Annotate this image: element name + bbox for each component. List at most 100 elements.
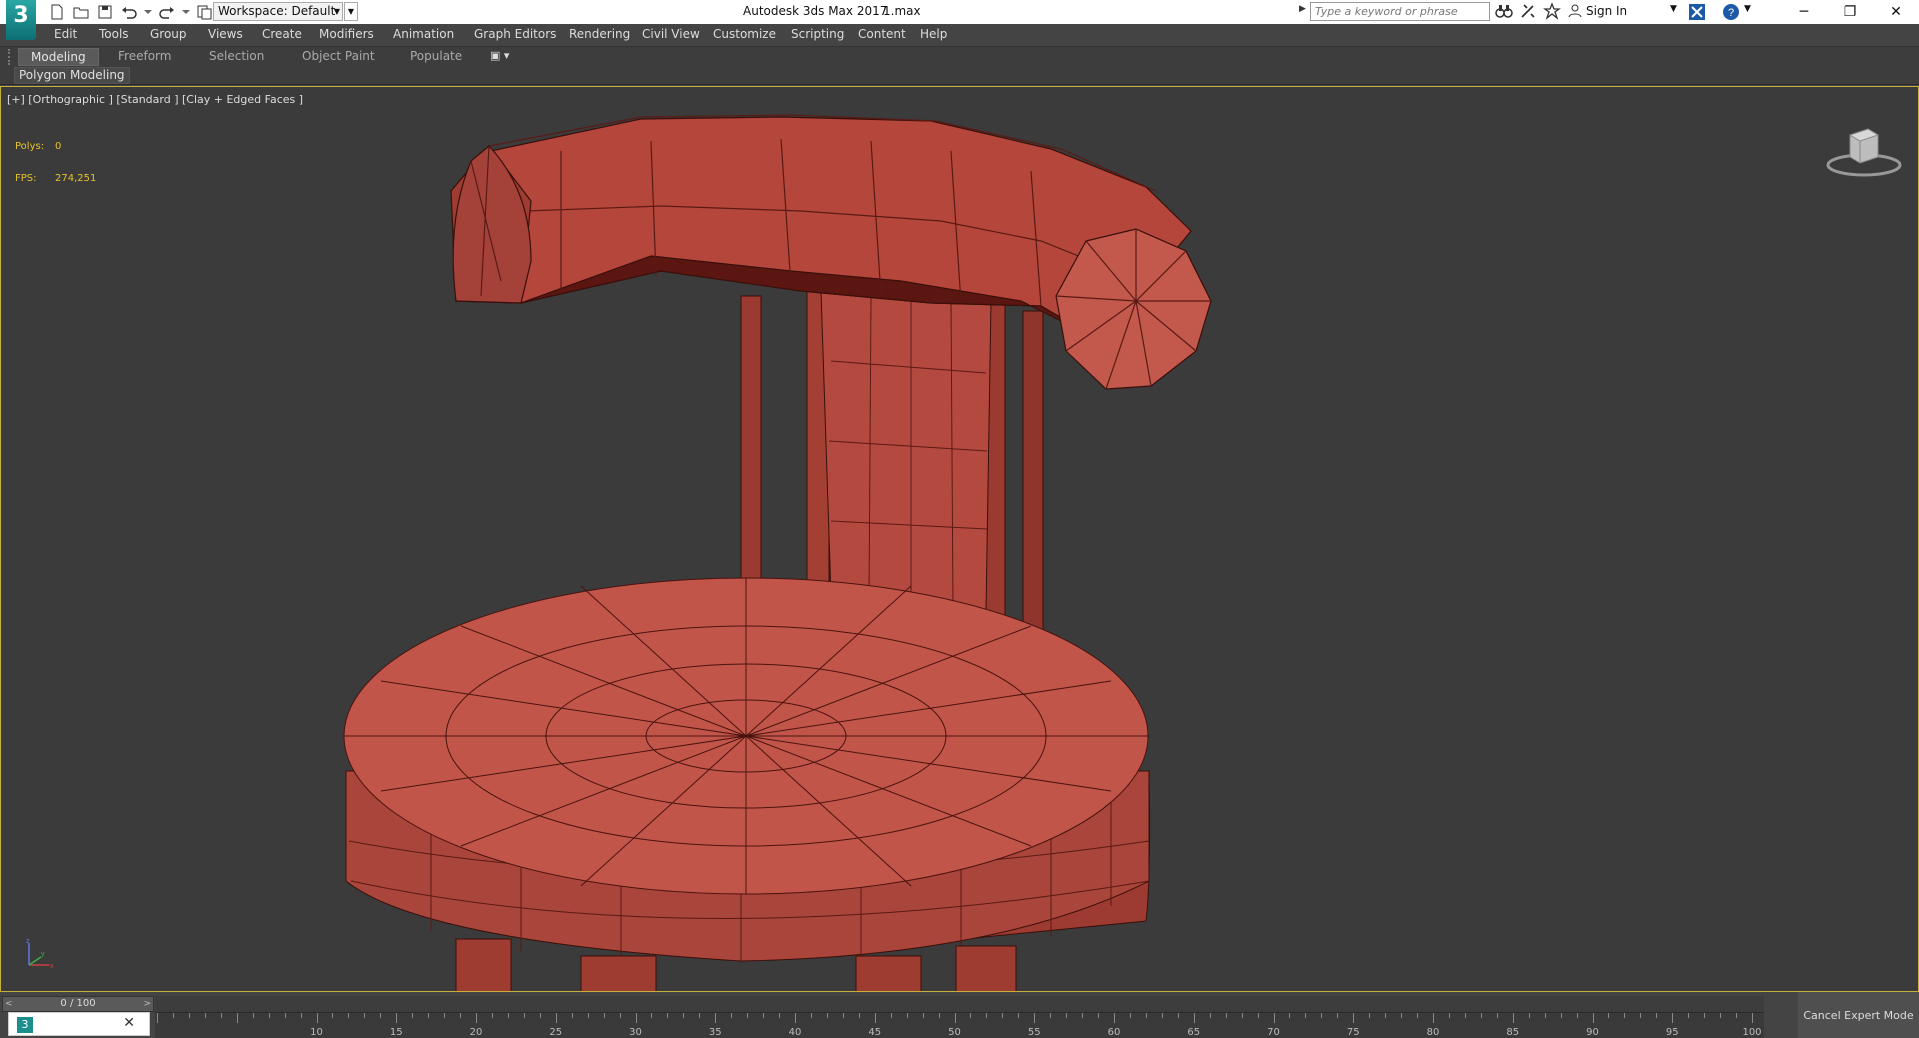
- help-dropdown-icon[interactable]: ▼: [1744, 4, 1751, 14]
- menu-rendering[interactable]: Rendering: [569, 27, 630, 41]
- ruler-tick: [284, 1013, 286, 1018]
- menu-edit[interactable]: Edit: [54, 27, 77, 41]
- ruler-tick: [619, 1013, 621, 1018]
- track-bar-ruler[interactable]: 10 15 20 25 30 35 40 45 50 55 60 65 70 75 80 85 90 95 100: [155, 1012, 1764, 1038]
- ruler-tick: [428, 1013, 430, 1018]
- slider-next-icon[interactable]: >: [143, 997, 151, 1011]
- ruler-tick: [858, 1013, 860, 1018]
- ruler-tick: [412, 1013, 414, 1018]
- workspace-label: Workspace: Default: [218, 4, 336, 18]
- workspace-dropdown[interactable]: Workspace: Default ▼: [213, 2, 343, 21]
- ruler-tick: [1066, 1013, 1068, 1018]
- ruler-tick: [874, 1013, 876, 1023]
- ruler-tick: [747, 1013, 749, 1018]
- redo-dropdown-icon[interactable]: [182, 3, 190, 21]
- ruler-tick: [683, 1013, 685, 1018]
- favorites-star-icon[interactable]: [1543, 2, 1561, 20]
- minimize-window-button[interactable]: ─: [1781, 0, 1827, 24]
- ruler-tick: [507, 1013, 509, 1018]
- tab-freeform[interactable]: Freeform: [106, 48, 183, 66]
- autodesk-exchange-icon[interactable]: [1688, 3, 1706, 21]
- chair-model[interactable]: [1, 87, 1918, 991]
- ribbon-grip-icon[interactable]: [8, 49, 14, 65]
- menu-graph-editors[interactable]: Graph Editors: [474, 27, 556, 41]
- menu-help[interactable]: Help: [920, 27, 947, 41]
- time-slider[interactable]: < 0 / 100 >: [2, 996, 154, 1012]
- timeline-bar: < 0 / 100 > 10 15 20 25 30 35 40 45 50 55 60 65 70 75…: [0, 992, 1919, 1038]
- menu-animation[interactable]: Animation: [393, 27, 454, 41]
- help-icon[interactable]: ?: [1722, 3, 1740, 21]
- sign-in-dropdown-icon[interactable]: ▼: [1670, 4, 1677, 14]
- axis-tripod-icon: z y x: [26, 938, 54, 970]
- ruler-tick: [1050, 1013, 1052, 1018]
- menu-content[interactable]: Content: [858, 27, 906, 41]
- open-file-icon[interactable]: [72, 3, 90, 21]
- tab-object-paint[interactable]: Object Paint: [290, 48, 387, 66]
- quick-access-toolbar: [48, 2, 214, 22]
- ruler-tick: [1401, 1013, 1403, 1018]
- frame-display: 0 / 100: [60, 998, 96, 1009]
- close-icon[interactable]: ✕: [123, 1015, 135, 1031]
- menu-scripting[interactable]: Scripting: [791, 27, 844, 41]
- ruler-tick: [715, 1013, 717, 1023]
- minimized-window-tab[interactable]: 3 ✕: [8, 1012, 150, 1036]
- perspective-viewport[interactable]: [+] [Orthographic ] [Standard ] [Clay + …: [0, 86, 1919, 992]
- menu-civil-view[interactable]: Civil View: [642, 27, 700, 41]
- ruler-tick: [1704, 1013, 1706, 1018]
- ruler-tick: [1464, 1013, 1466, 1018]
- undo-dropdown-icon[interactable]: [144, 3, 152, 21]
- subscription-tools-icon[interactable]: [1519, 2, 1537, 20]
- ruler-tick: [1433, 1013, 1434, 1023]
- close-window-button[interactable]: ✕: [1873, 0, 1919, 24]
- undo-icon[interactable]: [120, 3, 138, 21]
- ruler-tick: [1193, 1013, 1195, 1023]
- ruler-tick: [1002, 1013, 1004, 1018]
- ruler-tick: [1560, 1013, 1562, 1018]
- ruler-tick: [1114, 1013, 1115, 1023]
- tab-modeling[interactable]: Modeling: [18, 48, 99, 66]
- infocenter-icons: [1495, 2, 1561, 20]
- ruler-tick: [172, 1013, 174, 1018]
- save-file-icon[interactable]: [96, 3, 114, 21]
- redo-icon[interactable]: [158, 3, 176, 21]
- search-input[interactable]: Type a keyword or phrase: [1310, 2, 1490, 21]
- restore-window-button[interactable]: ❐: [1827, 0, 1873, 24]
- ruler-tick: [348, 1013, 350, 1018]
- menu-tools[interactable]: Tools: [99, 27, 129, 41]
- ruler-tick: [364, 1013, 366, 1018]
- menu-views[interactable]: Views: [208, 27, 243, 41]
- tab-populate[interactable]: Populate: [398, 48, 474, 66]
- binoculars-icon[interactable]: [1495, 2, 1513, 20]
- menu-create[interactable]: Create: [262, 27, 302, 41]
- customize-toolbar-button[interactable]: ▼: [344, 2, 358, 21]
- slider-prev-icon[interactable]: <: [5, 997, 13, 1011]
- file-name: 1.max: [883, 4, 921, 18]
- expand-search-icon[interactable]: ▶: [1299, 4, 1306, 14]
- viewcube-icon[interactable]: [1826, 123, 1902, 179]
- ruler-label: 100: [1742, 1027, 1762, 1038]
- menu-group[interactable]: Group: [150, 27, 187, 41]
- ruler-label: 50: [948, 1027, 961, 1038]
- ruler-tick: [1161, 1013, 1163, 1018]
- polygon-modeling-panel[interactable]: Polygon Modeling: [14, 67, 130, 84]
- app-logo-button[interactable]: 3: [6, 0, 36, 40]
- ruler-tick: [220, 1013, 222, 1018]
- ruler-tick: [316, 1013, 318, 1023]
- window-title: Autodesk 3ds Max 2017: [743, 4, 888, 18]
- menu-customize[interactable]: Customize: [713, 27, 776, 41]
- menu-modifiers[interactable]: Modifiers: [319, 27, 374, 41]
- ruler-label: 75: [1346, 1027, 1360, 1038]
- project-folder-icon[interactable]: [196, 3, 214, 21]
- new-file-icon[interactable]: [48, 3, 66, 21]
- ruler-tick: [1640, 1013, 1642, 1018]
- ribbon-display-options-icon[interactable]: ▣ ▾: [490, 49, 509, 62]
- tab-selection[interactable]: Selection: [197, 48, 276, 66]
- time-slider-track[interactable]: [155, 996, 1764, 1012]
- ruler-tick: [1544, 1013, 1546, 1018]
- sign-in-button[interactable]: Sign In: [1568, 4, 1627, 18]
- cancel-expert-mode-button[interactable]: Cancel Expert Mode: [1798, 992, 1919, 1038]
- ruler-tick: [1273, 1013, 1275, 1023]
- ruler-tick: [731, 1013, 733, 1018]
- ruler-tick: [826, 1013, 828, 1018]
- ruler-tick: [810, 1013, 812, 1018]
